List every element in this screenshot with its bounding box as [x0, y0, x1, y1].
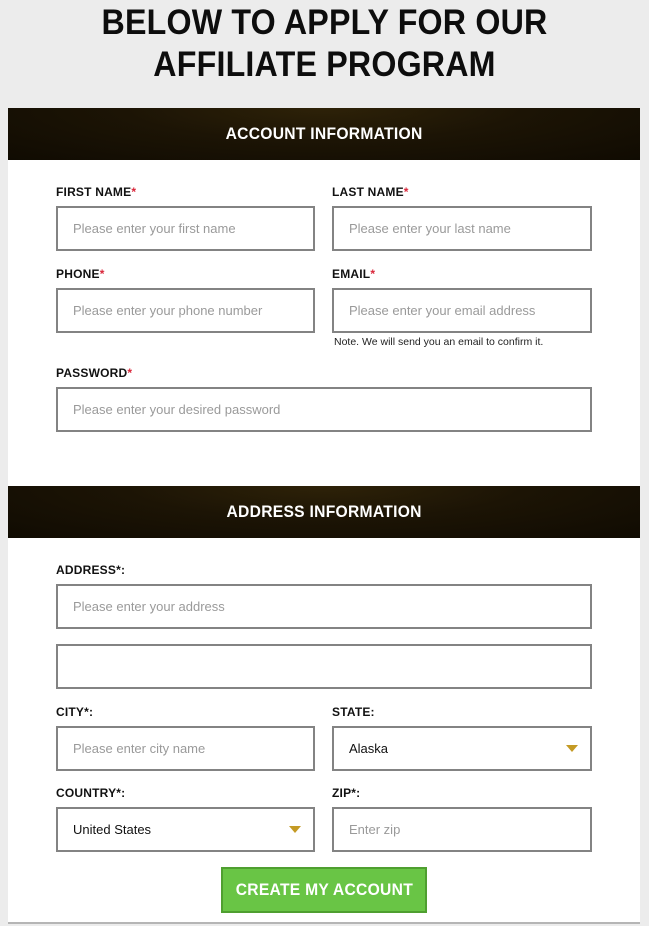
last-name-label: LAST NAME* [332, 185, 409, 199]
account-information-heading: ACCOUNT INFORMATION [225, 124, 423, 143]
first-name-label-text: FIRST NAME [56, 185, 132, 199]
city-label: CITY*: [56, 705, 94, 719]
email-label-text: EMAIL [332, 267, 371, 281]
password-input[interactable] [56, 387, 592, 432]
phone-input[interactable] [56, 288, 315, 333]
required-mark: * [131, 185, 137, 199]
phone-label: PHONE* [56, 267, 105, 281]
address-line-2-input[interactable] [56, 644, 592, 689]
state-label: STATE: [332, 705, 375, 719]
password-label: PASSWORD* [56, 366, 132, 380]
address-information-header: ADDRESS INFORMATION [8, 486, 640, 538]
affiliate-form-card: ACCOUNT INFORMATION FIRST NAME* LAST NAM… [8, 108, 640, 924]
country-select[interactable]: United States [56, 807, 315, 852]
state-select[interactable]: Alaska [332, 726, 592, 771]
create-account-button[interactable]: CREATE MY ACCOUNT [221, 867, 427, 913]
caret-down-icon [289, 826, 301, 833]
country-label: COUNTRY*: [56, 786, 126, 800]
caret-down-icon [566, 745, 578, 752]
zip-label: ZIP*: [332, 786, 361, 800]
address-information-heading: ADDRESS INFORMATION [226, 502, 422, 521]
first-name-input[interactable] [56, 206, 315, 251]
last-name-label-text: LAST NAME [332, 185, 404, 199]
required-mark: * [127, 366, 133, 380]
password-label-text: PASSWORD [56, 366, 128, 380]
required-mark: * [99, 267, 105, 281]
last-name-input[interactable] [332, 206, 592, 251]
phone-label-text: PHONE [56, 267, 100, 281]
address-label: ADDRESS*: [56, 563, 126, 577]
create-account-button-label: CREATE MY ACCOUNT [235, 880, 413, 899]
required-mark: * [370, 267, 376, 281]
city-input[interactable] [56, 726, 315, 771]
zip-input[interactable] [332, 807, 592, 852]
email-note: Note. We will send you an email to confi… [334, 336, 544, 348]
page-title: BELOW TO APPLY FOR OUR AFFILIATE PROGRAM [101, 3, 548, 84]
email-label: EMAIL* [332, 267, 375, 281]
required-mark: * [403, 185, 409, 199]
email-input[interactable] [332, 288, 592, 333]
country-selected-value: United States [73, 822, 152, 837]
address-input[interactable] [56, 584, 592, 629]
first-name-label: FIRST NAME* [56, 185, 136, 199]
account-information-header: ACCOUNT INFORMATION [8, 108, 640, 160]
state-selected-value: Alaska [349, 741, 389, 756]
